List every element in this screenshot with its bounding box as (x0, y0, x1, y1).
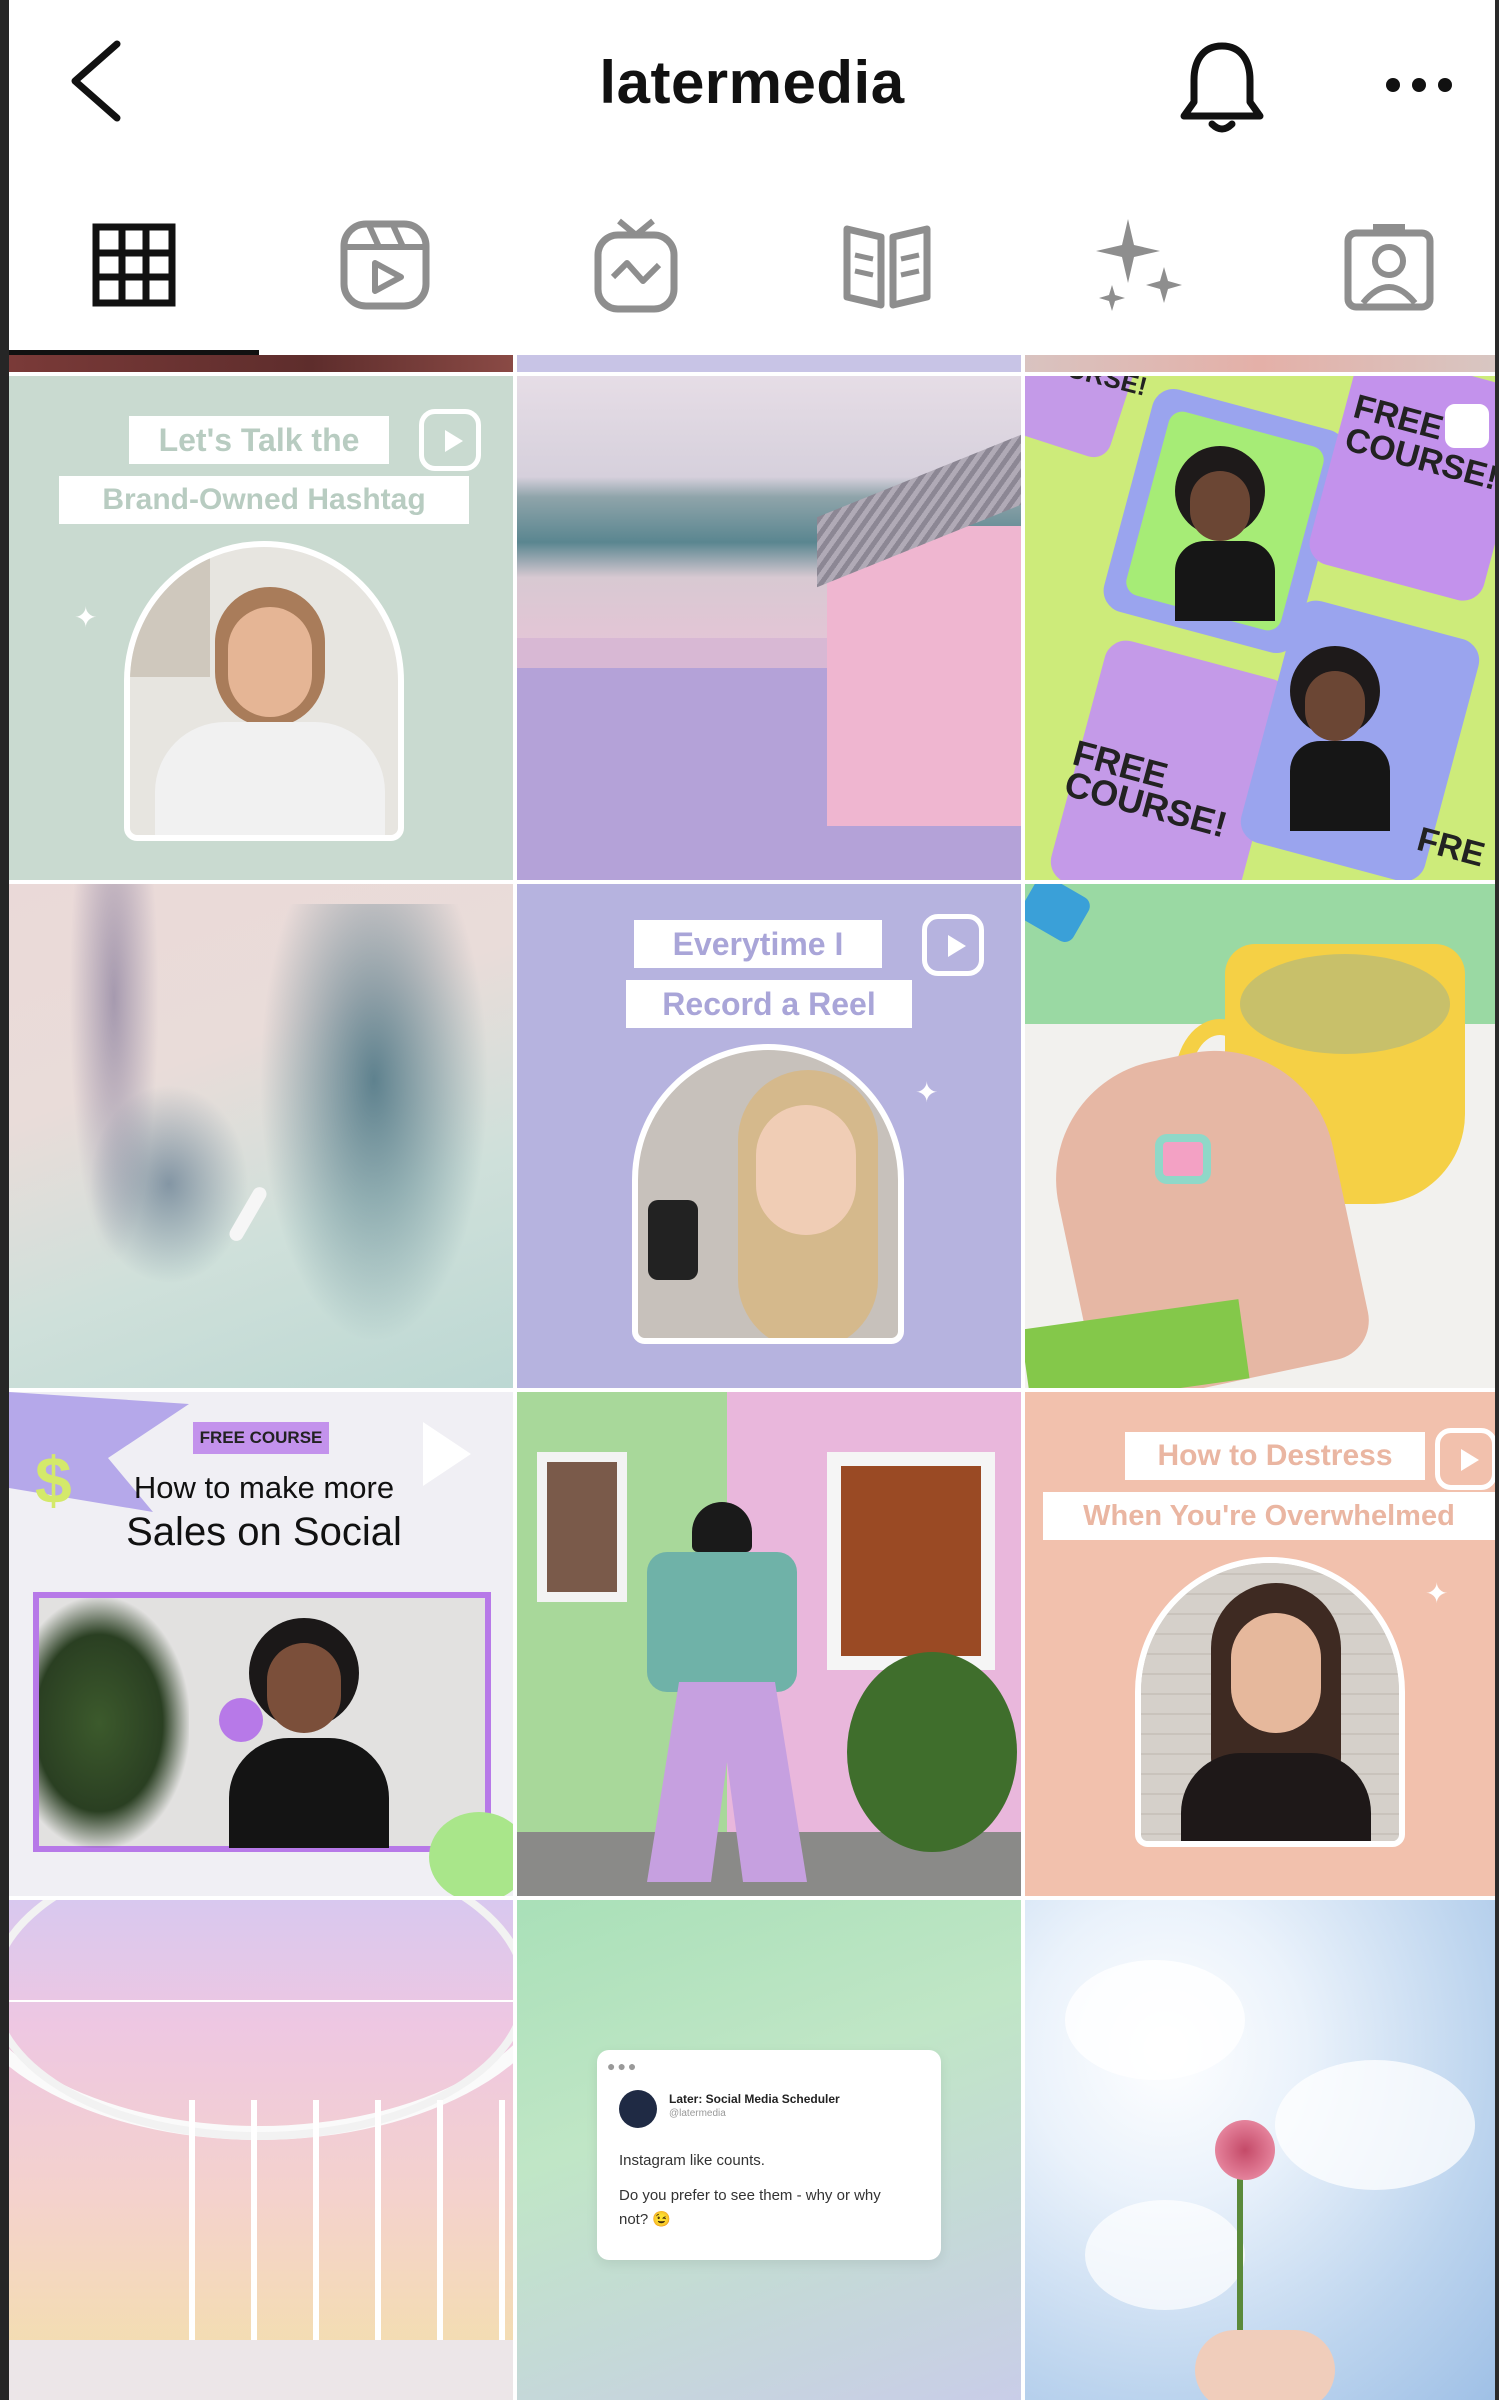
tagged-icon (1344, 224, 1434, 311)
post-street-fashion[interactable] (517, 1392, 1021, 1896)
tab-guides[interactable] (827, 210, 947, 320)
post-title-line1: How to make more (133, 1470, 395, 1505)
tweet-text-line2: Do you prefer to see them - why or why n… (619, 2187, 881, 2228)
video-preview (33, 1592, 491, 1852)
sparkles-icon (1096, 219, 1182, 311)
post-tweet-like-counts[interactable]: ●●● Later: Social Media Scheduler @later… (517, 1900, 1021, 2400)
post-tag: FRE (1413, 820, 1489, 875)
post-smiley-mug[interactable] (1025, 884, 1495, 1388)
profile-tabs (9, 180, 1495, 355)
post-reel-brand-hashtag[interactable]: Let's Talk the Brand-Owned Hashtag ✦ (9, 376, 513, 880)
tweet-account: Later: Social Media Scheduler (669, 2092, 840, 2106)
tab-grid[interactable] (74, 210, 194, 320)
left-edge (0, 0, 9, 2400)
tab-tagged[interactable] (1329, 210, 1449, 320)
tab-igtv[interactable] (576, 210, 696, 320)
post-free-course-phones[interactable]: COURSE! FREE COURSE! FREE COURSE! FRE (1025, 376, 1495, 880)
tab-effects[interactable] (1078, 210, 1198, 320)
post-title-line1: How to Destress (1125, 1432, 1425, 1480)
post-pastel-building-sea[interactable] (517, 376, 1021, 880)
igtv-icon (594, 218, 678, 313)
presenter-photo (632, 1044, 904, 1344)
reel-icon (922, 914, 984, 976)
presenter-photo (124, 541, 404, 841)
post-rose-sky[interactable] (1025, 1900, 1495, 2400)
post-thumbnail-partial[interactable] (517, 355, 1021, 372)
page-title: latermedia (599, 49, 905, 116)
post-reel-destress[interactable]: How to Destress When You're Overwhelmed … (1025, 1392, 1495, 1896)
post-title-line2: Record a Reel (626, 980, 912, 1028)
grid-icon (92, 223, 176, 307)
right-edge (1495, 0, 1499, 2400)
bell-icon (1180, 42, 1264, 133)
post-title-line2: Sales on Social (126, 1510, 402, 1554)
post-beach-surfboard[interactable] (9, 884, 513, 1388)
sparkle-icon: ✦ (1425, 1578, 1449, 1609)
post-title-line2: Brand-Owned Hashtag (59, 476, 469, 524)
video-play-icon (423, 1422, 471, 1486)
sparkle-icon: ✦ (915, 1077, 939, 1108)
reel-icon (1435, 1428, 1495, 1490)
carousel-icon (1445, 404, 1489, 448)
post-pastel-glass-hall[interactable] (9, 1900, 513, 2400)
post-thumbnail-partial[interactable] (1025, 355, 1495, 372)
post-thumbnail-partial[interactable] (9, 355, 513, 372)
post-grid: Let's Talk the Brand-Owned Hashtag ✦ COU… (9, 355, 1495, 2400)
reels-icon (340, 220, 430, 310)
tweet-card: ●●● Later: Social Media Scheduler @later… (597, 2050, 941, 2260)
post-title-line2: When You're Overwhelmed (1043, 1492, 1495, 1540)
post-reel-record-a-reel[interactable]: Everytime I Record a Reel ✦ (517, 884, 1021, 1388)
tab-reels[interactable] (325, 210, 445, 320)
guides-icon (843, 225, 931, 309)
avatar (619, 2090, 657, 2128)
tweet-handle: @latermedia (669, 2108, 726, 2119)
more-options-button[interactable] (1379, 60, 1459, 110)
sparkle-icon: ✦ (74, 602, 98, 633)
post-title-line1: Everytime I (634, 920, 882, 968)
notifications-button[interactable] (1174, 36, 1270, 140)
post-title-line1: Let's Talk the (129, 416, 389, 464)
more-dots-icon (1386, 78, 1452, 92)
reel-icon (419, 409, 481, 471)
post-sales-on-social[interactable]: $ FREE COURSE How to make more Sales on … (9, 1392, 513, 1896)
tweet-text-line1: Instagram like counts. (619, 2152, 765, 2169)
profile-header: latermedia (9, 0, 1495, 180)
presenter-photo (1135, 1557, 1405, 1847)
free-course-badge: FREE COURSE (193, 1422, 329, 1454)
